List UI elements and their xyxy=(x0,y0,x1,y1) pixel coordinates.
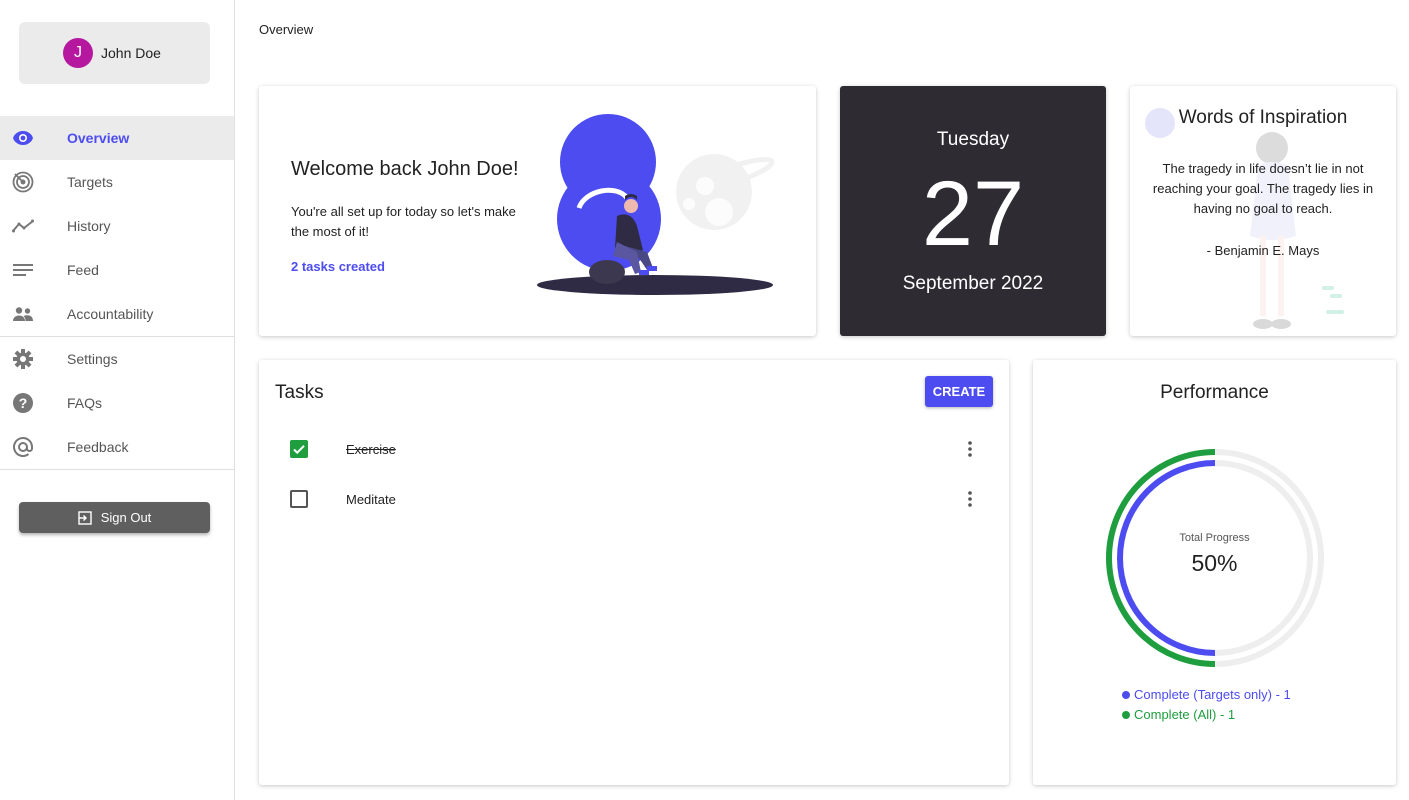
sidebar-item-feed[interactable]: Feed xyxy=(0,248,234,292)
legend-label: Complete (Targets only) - 1 xyxy=(1134,687,1291,702)
sidebar-item-label: Targets xyxy=(67,174,113,190)
sidebar: J John Doe Overview Targets History Feed… xyxy=(0,0,235,800)
sidebar-item-label: Feedback xyxy=(67,439,129,455)
sidebar-item-label: Overview xyxy=(67,130,130,146)
quote-text: The tragedy in life doesn’t lie in not r… xyxy=(1152,161,1374,216)
help-icon: ? xyxy=(12,392,34,414)
sidebar-item-history[interactable]: History xyxy=(0,204,234,248)
inspiration-card: Words of Inspiration The tragedy in life… xyxy=(1130,86,1396,336)
sidebar-item-settings[interactable]: Settings xyxy=(0,337,234,381)
performance-card: Performance Total Progress 50% Complete … xyxy=(1033,360,1396,785)
welcome-heading: Welcome back John Doe! xyxy=(291,158,519,180)
eye-icon xyxy=(12,127,34,149)
sidebar-item-label: FAQs xyxy=(67,395,103,411)
sidebar-item-label: Settings xyxy=(67,351,118,367)
task-checkbox[interactable] xyxy=(290,440,308,458)
sidebar-item-label: History xyxy=(67,218,111,234)
gear-icon xyxy=(12,348,34,370)
sign-out-button[interactable]: Sign Out xyxy=(19,502,210,533)
target-icon xyxy=(12,171,34,193)
profile-card[interactable]: J John Doe xyxy=(19,22,210,84)
legend-dot xyxy=(1122,691,1130,699)
sidebar-nav: Overview Targets History Feed Accountabi… xyxy=(0,116,234,470)
divider xyxy=(0,469,234,470)
sidebar-item-faqs[interactable]: ? FAQs xyxy=(0,381,234,425)
quote-author: - Benjamin E. Mays xyxy=(1206,243,1320,258)
welcome-illustration xyxy=(537,114,775,295)
sidebar-item-label: Accountability xyxy=(67,306,154,322)
task-label: Meditate xyxy=(346,491,396,507)
more-vert-icon[interactable] xyxy=(960,437,980,461)
legend-item: Complete (All) - 1 xyxy=(1122,705,1291,725)
legend-dot xyxy=(1122,711,1130,719)
sidebar-item-accountability[interactable]: Accountability xyxy=(0,292,234,336)
more-vert-icon[interactable] xyxy=(960,487,980,511)
avatar: J xyxy=(63,38,93,68)
sidebar-item-label: Feed xyxy=(67,262,99,278)
page-title: Overview xyxy=(259,22,314,37)
tasks-created-link[interactable]: 2 tasks created xyxy=(291,259,385,274)
welcome-card: Welcome back John Doe! You're all set up… xyxy=(259,86,816,336)
performance-legend: Complete (Targets only) - 1 Complete (Al… xyxy=(1122,685,1291,725)
sidebar-item-overview[interactable]: Overview xyxy=(0,116,234,160)
people-icon xyxy=(12,303,34,325)
svg-text:?: ? xyxy=(19,395,28,411)
welcome-message: You're all set up for today so let's mak… xyxy=(291,204,516,239)
profile-name: John Doe xyxy=(101,45,161,61)
quote-title: Words of Inspiration xyxy=(1178,107,1348,128)
tasks-title: Tasks xyxy=(275,382,324,403)
check-icon xyxy=(293,445,305,455)
sign-out-label: Sign Out xyxy=(100,510,152,525)
sign-out-icon xyxy=(78,510,92,525)
date-month-year: September 2022 xyxy=(902,273,1044,294)
date-weekday: Tuesday xyxy=(936,129,1010,150)
legend-item: Complete (Targets only) - 1 xyxy=(1122,685,1291,705)
total-progress-value: 50% xyxy=(1191,550,1238,576)
trend-icon xyxy=(12,215,34,237)
performance-title: Performance xyxy=(1160,382,1269,403)
sidebar-item-targets[interactable]: Targets xyxy=(0,160,234,204)
total-progress-label: Total Progress xyxy=(1179,532,1250,544)
task-label: Exercise xyxy=(346,441,396,457)
tasks-card: Tasks CREATE Exercise Meditate xyxy=(259,360,1009,785)
task-checkbox[interactable] xyxy=(290,490,308,508)
date-card: Tuesday 27 September 2022 xyxy=(840,86,1106,336)
sidebar-item-feedback[interactable]: Feedback xyxy=(0,425,234,469)
task-row: Exercise xyxy=(290,434,980,464)
feed-icon xyxy=(12,259,34,281)
legend-label: Complete (All) - 1 xyxy=(1134,707,1236,722)
at-icon xyxy=(12,436,34,458)
date-day-number: 27 xyxy=(921,163,1025,265)
create-task-button[interactable]: CREATE xyxy=(925,376,993,407)
task-row: Meditate xyxy=(290,484,980,514)
